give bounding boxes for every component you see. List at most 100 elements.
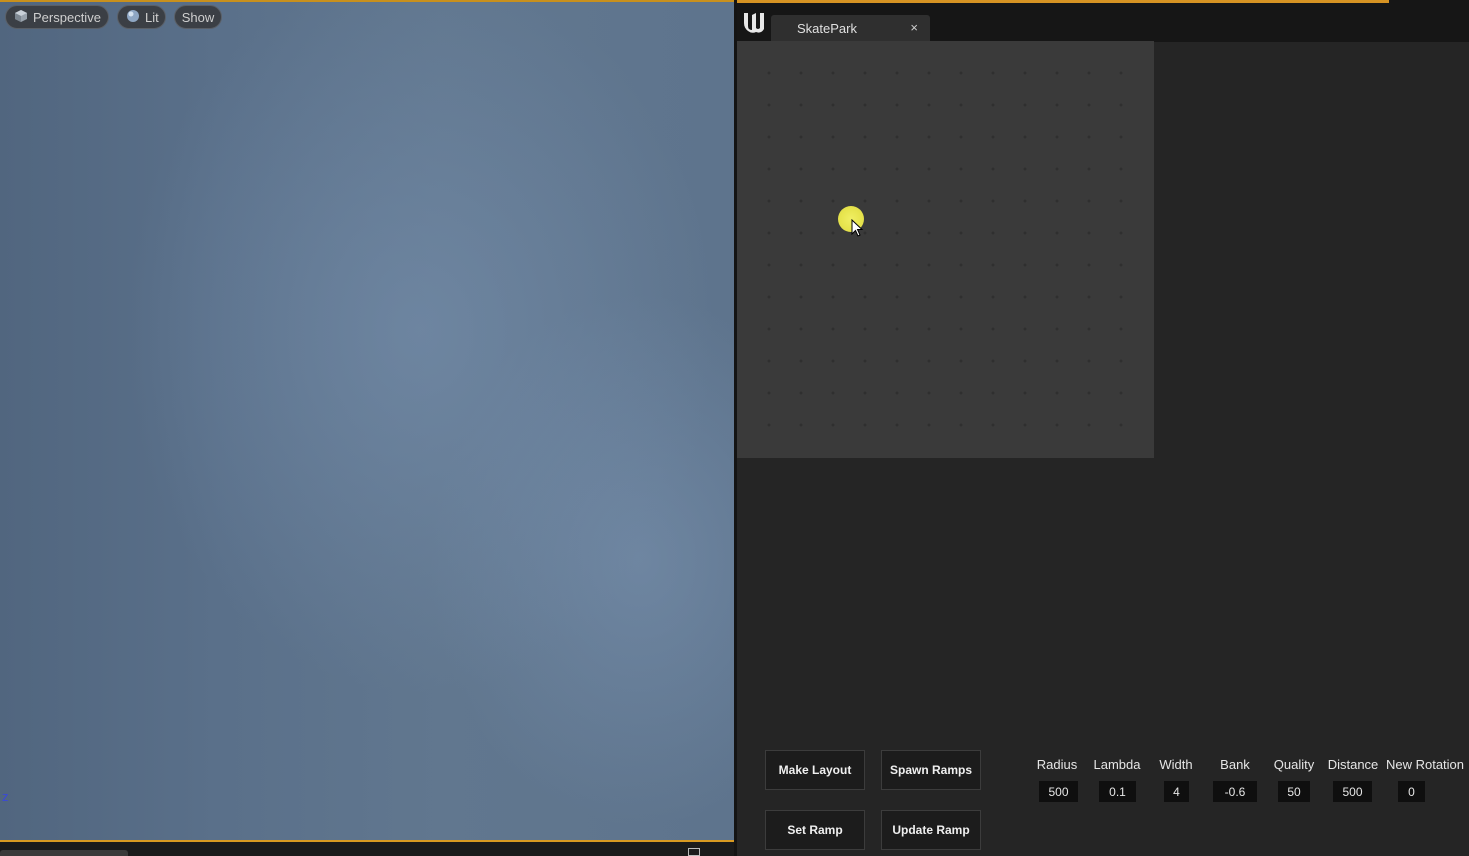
grid-point[interactable] xyxy=(991,295,995,299)
spawn-ramps-button[interactable]: Spawn Ramps xyxy=(881,750,981,790)
grid-point[interactable] xyxy=(1023,295,1027,299)
grid-point[interactable] xyxy=(831,423,835,427)
grid-point[interactable] xyxy=(1087,135,1091,139)
grid-point[interactable] xyxy=(1055,167,1059,171)
grid-point[interactable] xyxy=(927,327,931,331)
grid-point[interactable] xyxy=(863,263,867,267)
grid-point[interactable] xyxy=(927,391,931,395)
grid-point[interactable] xyxy=(767,167,771,171)
grid-point[interactable] xyxy=(1119,135,1123,139)
grid-point[interactable] xyxy=(831,231,835,235)
grid-point[interactable] xyxy=(991,199,995,203)
grid-point[interactable] xyxy=(959,391,963,395)
grid-point[interactable] xyxy=(959,135,963,139)
grid-point[interactable] xyxy=(1023,167,1027,171)
grid-point[interactable] xyxy=(1087,423,1091,427)
grid-point[interactable] xyxy=(991,71,995,75)
layout-grid-canvas[interactable] xyxy=(737,41,1154,458)
grid-point[interactable] xyxy=(991,359,995,363)
grid-point[interactable] xyxy=(895,231,899,235)
grid-point[interactable] xyxy=(767,135,771,139)
grid-point[interactable] xyxy=(895,199,899,203)
grid-point[interactable] xyxy=(831,263,835,267)
grid-point[interactable] xyxy=(767,103,771,107)
grid-point[interactable] xyxy=(1087,327,1091,331)
grid-point[interactable] xyxy=(959,103,963,107)
close-icon[interactable]: × xyxy=(910,20,918,35)
grid-point[interactable] xyxy=(831,391,835,395)
grid-point[interactable] xyxy=(991,103,995,107)
grid-point[interactable] xyxy=(799,103,803,107)
grid-point[interactable] xyxy=(927,359,931,363)
grid-point[interactable] xyxy=(991,135,995,139)
grid-point[interactable] xyxy=(799,199,803,203)
grid-point[interactable] xyxy=(991,231,995,235)
grid-point[interactable] xyxy=(927,135,931,139)
grid-point[interactable] xyxy=(895,263,899,267)
grid-point[interactable] xyxy=(1023,423,1027,427)
grid-point[interactable] xyxy=(895,327,899,331)
grid-point[interactable] xyxy=(1055,71,1059,75)
grid-point[interactable] xyxy=(767,295,771,299)
show-button[interactable]: Show xyxy=(174,5,222,29)
grid-point[interactable] xyxy=(1023,327,1027,331)
grid-point[interactable] xyxy=(799,167,803,171)
grid-point[interactable] xyxy=(1119,263,1123,267)
grid-point[interactable] xyxy=(1119,231,1123,235)
grid-point[interactable] xyxy=(799,263,803,267)
grid-point[interactable] xyxy=(959,423,963,427)
grid-point[interactable] xyxy=(1119,327,1123,331)
grid-point[interactable] xyxy=(831,103,835,107)
grid-point[interactable] xyxy=(863,359,867,363)
grid-point[interactable] xyxy=(1055,135,1059,139)
perspective-button[interactable]: Perspective xyxy=(5,5,109,29)
grid-point[interactable] xyxy=(1055,295,1059,299)
level-viewport[interactable]: Perspective Lit Show z xyxy=(0,0,734,842)
grid-point[interactable] xyxy=(895,135,899,139)
grid-point[interactable] xyxy=(863,199,867,203)
grid-point[interactable] xyxy=(767,327,771,331)
grid-point[interactable] xyxy=(991,423,995,427)
grid-point[interactable] xyxy=(1055,391,1059,395)
radius-field[interactable]: 500 xyxy=(1039,781,1078,802)
grid-icon[interactable] xyxy=(688,848,700,856)
grid-point[interactable] xyxy=(767,263,771,267)
grid-point[interactable] xyxy=(863,423,867,427)
grid-point[interactable] xyxy=(1087,231,1091,235)
grid-point[interactable] xyxy=(895,295,899,299)
grid-point[interactable] xyxy=(831,71,835,75)
grid-point[interactable] xyxy=(895,359,899,363)
grid-point[interactable] xyxy=(799,359,803,363)
grid-point[interactable] xyxy=(799,135,803,139)
grid-point[interactable] xyxy=(1119,359,1123,363)
grid-point[interactable] xyxy=(1023,231,1027,235)
grid-point[interactable] xyxy=(799,295,803,299)
grid-point[interactable] xyxy=(1055,103,1059,107)
grid-point[interactable] xyxy=(959,263,963,267)
grid-point[interactable] xyxy=(927,71,931,75)
grid-point[interactable] xyxy=(831,199,835,203)
grid-point[interactable] xyxy=(831,295,835,299)
grid-point[interactable] xyxy=(991,263,995,267)
grid-point[interactable] xyxy=(1119,103,1123,107)
grid-point[interactable] xyxy=(767,423,771,427)
grid-point[interactable] xyxy=(863,327,867,331)
grid-point[interactable] xyxy=(831,135,835,139)
grid-point[interactable] xyxy=(799,231,803,235)
grid-point[interactable] xyxy=(1087,103,1091,107)
lit-button[interactable]: Lit xyxy=(117,5,166,29)
grid-point[interactable] xyxy=(991,327,995,331)
update-ramp-button[interactable]: Update Ramp xyxy=(881,810,981,850)
grid-point[interactable] xyxy=(1055,423,1059,427)
grid-point[interactable] xyxy=(799,327,803,331)
distance-field[interactable]: 500 xyxy=(1333,781,1372,802)
grid-point[interactable] xyxy=(991,391,995,395)
grid-point[interactable] xyxy=(863,103,867,107)
tab-skatepark[interactable]: SkatePark × xyxy=(771,15,930,42)
grid-point[interactable] xyxy=(959,71,963,75)
grid-point[interactable] xyxy=(1055,327,1059,331)
grid-point[interactable] xyxy=(767,231,771,235)
grid-point[interactable] xyxy=(959,327,963,331)
grid-point[interactable] xyxy=(1023,391,1027,395)
grid-point[interactable] xyxy=(767,199,771,203)
